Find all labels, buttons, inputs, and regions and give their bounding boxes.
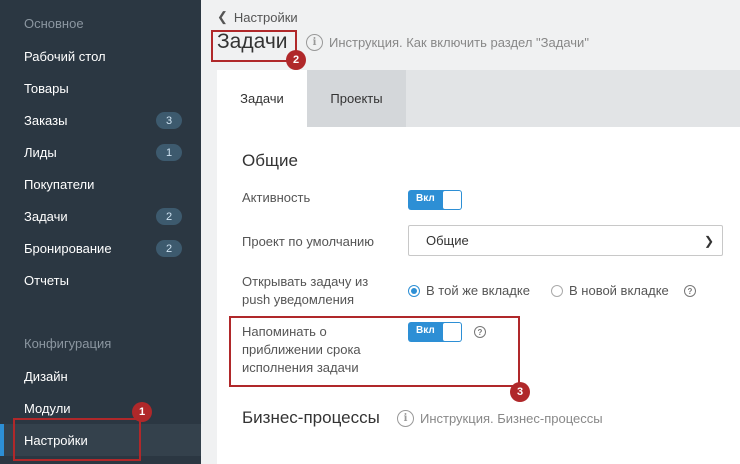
sidebar-item-label: Задачи (24, 208, 68, 224)
sidebar-item-tasks[interactable]: Задачи 2 (0, 200, 201, 232)
sidebar-item-label: Модули (24, 400, 71, 416)
radio-same-tab-label: В той же вкладке (426, 283, 530, 298)
open-task-label-line1: Открывать задачу из (242, 274, 369, 289)
sidebar-item-reports[interactable]: Отчеты (0, 264, 201, 296)
sidebar-item-products[interactable]: Товары (0, 72, 201, 104)
business-help-link-label: Инструкция. Бизнес-процессы (420, 411, 603, 426)
sidebar-item-design[interactable]: Дизайн (0, 360, 201, 392)
default-project-select[interactable]: Общие ❯ (408, 225, 723, 256)
help-icon[interactable]: ? (684, 285, 696, 297)
help-link-label: Инструкция. Как включить раздел "Задачи" (329, 35, 589, 50)
highlight-box-title (211, 30, 297, 62)
sidebar-item-label: Товары (24, 80, 69, 96)
sidebar-item-label: Покупатели (24, 176, 95, 192)
back-link-label: Настройки (233, 9, 298, 25)
open-task-label-line2: push уведомления (242, 292, 355, 307)
activity-label: Активность (242, 190, 311, 205)
sidebar-item-label: Рабочий стол (24, 48, 106, 64)
radio-unchecked-icon (551, 284, 563, 297)
sidebar-item-desktop[interactable]: Рабочий стол (0, 40, 201, 72)
sidebar-section-config: Конфигурация (24, 336, 112, 351)
sidebar-item-customers[interactable]: Покупатели (0, 168, 201, 200)
tab-projects[interactable]: Проекты (307, 70, 406, 127)
sidebar-item-leads[interactable]: Лиды 1 (0, 136, 201, 168)
settings-panel: Общие Активность Вкл Проект по умолчанию… (217, 127, 740, 464)
sidebar-section-main: Основное (24, 16, 84, 31)
radio-checked-icon (408, 284, 420, 297)
sidebar-item-booking[interactable]: Бронирование 2 (0, 232, 201, 264)
active-indicator (0, 424, 4, 456)
count-badge: 1 (156, 144, 182, 161)
sidebar: Основное Рабочий стол Товары Заказы 3 Ли… (0, 0, 201, 464)
info-icon: i (306, 34, 323, 51)
radio-same-tab[interactable]: В той же вкладке (408, 283, 530, 298)
info-icon: i (397, 410, 414, 427)
count-badge: 3 (156, 112, 182, 129)
business-help-link[interactable]: i Инструкция. Бизнес-процессы (397, 410, 603, 427)
sidebar-item-orders[interactable]: Заказы 3 (0, 104, 201, 136)
highlight-box-settings (13, 418, 141, 461)
sidebar-item-label: Лиды (24, 144, 57, 160)
help-link[interactable]: i Инструкция. Как включить раздел "Задач… (306, 34, 589, 51)
tab-bar: Задачи Проекты (217, 70, 740, 127)
section-heading-general: Общие (242, 151, 298, 170)
toggle-label: Вкл (416, 193, 435, 204)
toggle-knob (443, 191, 461, 209)
tab-tasks[interactable]: Задачи (217, 70, 307, 127)
count-badge: 2 (156, 240, 182, 257)
back-link[interactable]: ❮ Настройки (217, 9, 298, 25)
section-heading-business: Бизнес-процессы (242, 408, 380, 427)
sidebar-item-label: Бронирование (24, 240, 112, 256)
marker-1: 1 (132, 402, 152, 422)
radio-new-tab-label: В новой вкладке (569, 283, 669, 298)
select-value: Общие (426, 233, 469, 248)
radio-new-tab[interactable]: В новой вкладке (551, 283, 669, 298)
sidebar-item-label: Отчеты (24, 272, 69, 288)
activity-toggle[interactable]: Вкл (408, 190, 462, 210)
sidebar-item-label: Заказы (24, 112, 68, 128)
default-project-label: Проект по умолчанию (242, 234, 375, 249)
chevron-left-icon: ❮ (217, 9, 228, 24)
count-badge: 2 (156, 208, 182, 225)
highlight-box-reminder (229, 316, 520, 387)
open-task-label: Открывать задачу из push уведомления (242, 273, 368, 309)
sidebar-item-label: Дизайн (24, 368, 68, 384)
marker-2: 2 (286, 50, 306, 70)
marker-3: 3 (510, 382, 530, 402)
chevron-down-icon: ❯ (703, 234, 714, 248)
